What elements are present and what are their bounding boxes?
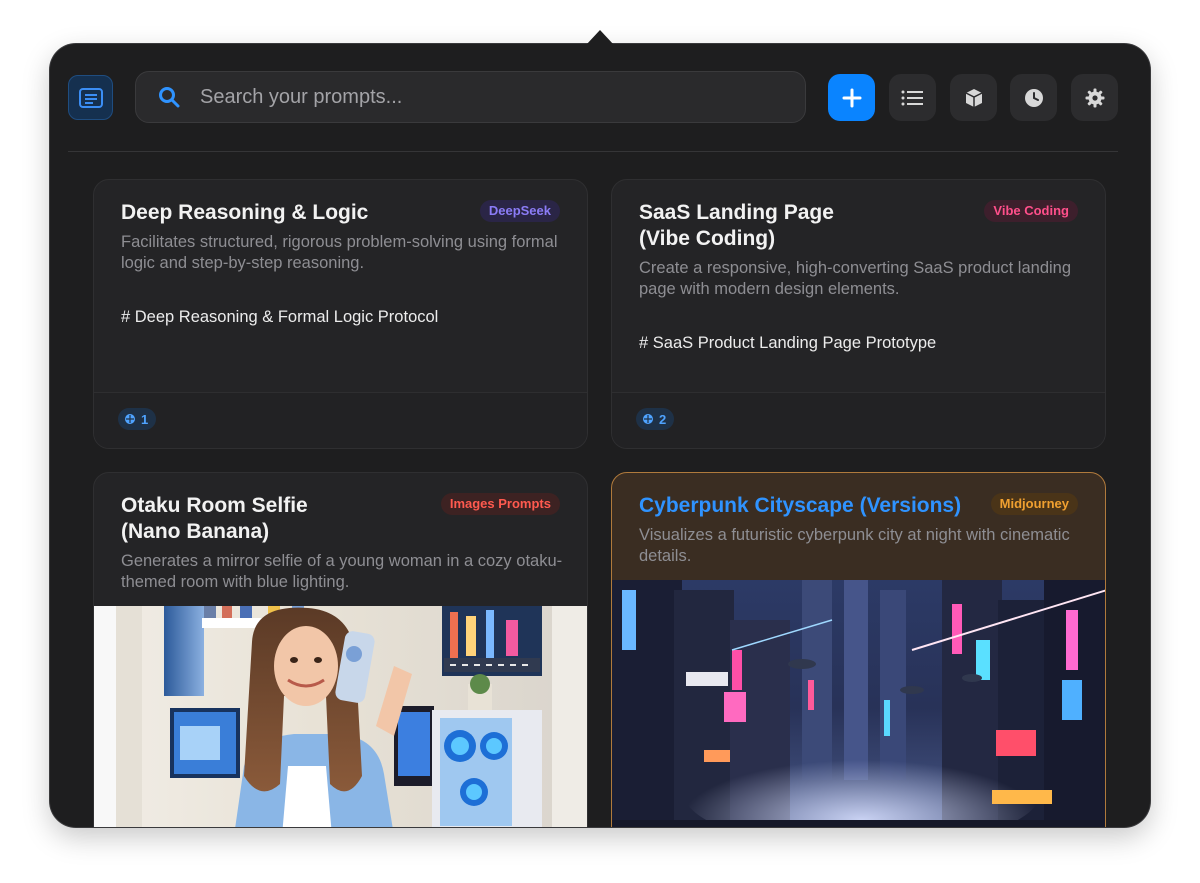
settings-button[interactable] bbox=[1071, 74, 1118, 121]
search-input[interactable] bbox=[198, 84, 762, 110]
preview-image-cyberpunk-city[interactable] bbox=[612, 580, 1105, 827]
card-title: Otaku Room Selfie (Nano Banana) bbox=[121, 493, 451, 545]
search-bar[interactable] bbox=[135, 71, 806, 123]
clock-icon bbox=[1024, 88, 1043, 107]
toolbar-divider bbox=[68, 151, 1118, 152]
card-description: Visualizes a futuristic cyberpunk city a… bbox=[639, 526, 1070, 565]
prompt-card[interactable]: SaaS Landing Page (Vibe Coding) Vibe Cod… bbox=[611, 179, 1106, 449]
card-footer: 1 bbox=[94, 392, 587, 448]
history-button[interactable] bbox=[1010, 74, 1057, 121]
sidebar-toggle-button[interactable] bbox=[68, 75, 113, 120]
card-description: Create a responsive, high-converting Saa… bbox=[639, 259, 1072, 298]
card-description: Facilitates structured, rigorous problem… bbox=[121, 233, 558, 272]
version-count: 1 bbox=[141, 411, 149, 427]
card-content-heading: # SaaS Product Landing Page Prototype bbox=[639, 334, 937, 352]
prompt-card-selected[interactable]: Cyberpunk Cityscape (Versions) Midjourne… bbox=[611, 472, 1106, 827]
card-description: Generates a mirror selfie of a young wom… bbox=[121, 552, 563, 591]
search-icon bbox=[158, 86, 180, 108]
versions-icon bbox=[125, 414, 135, 424]
card-title: Deep Reasoning & Logic bbox=[121, 201, 369, 224]
category-tag[interactable]: Images Prompts bbox=[440, 493, 560, 515]
sidebar-icon bbox=[78, 87, 103, 108]
version-badge[interactable]: 2 bbox=[636, 408, 675, 430]
category-tag[interactable]: DeepSeek bbox=[479, 200, 560, 222]
card-title-line: SaaS Landing Page bbox=[639, 201, 834, 224]
card-title: Cyberpunk Cityscape (Versions) bbox=[639, 494, 962, 517]
card-title: SaaS Landing Page (Vibe Coding) bbox=[639, 200, 969, 252]
versions-icon bbox=[643, 414, 653, 424]
card-footer: 2 bbox=[612, 392, 1105, 448]
list-icon bbox=[901, 90, 923, 105]
version-count: 2 bbox=[659, 411, 667, 427]
category-tag[interactable]: Midjourney bbox=[990, 493, 1078, 515]
category-tag[interactable]: Vibe Coding bbox=[984, 200, 1078, 222]
card-title-line: (Nano Banana) bbox=[121, 520, 270, 543]
card-title-line: (Vibe Coding) bbox=[639, 227, 776, 250]
prompt-library-popover: Deep Reasoning & Logic DeepSeek Facilita… bbox=[50, 44, 1150, 827]
list-view-button[interactable] bbox=[889, 74, 936, 121]
package-button[interactable] bbox=[950, 74, 997, 121]
prompt-card[interactable]: Deep Reasoning & Logic DeepSeek Facilita… bbox=[93, 179, 588, 449]
card-title-line: Otaku Room Selfie bbox=[121, 494, 308, 517]
prompt-card[interactable]: Otaku Room Selfie (Nano Banana) Images P… bbox=[93, 472, 588, 827]
gear-icon bbox=[1085, 88, 1104, 107]
version-badge[interactable]: 1 bbox=[118, 408, 157, 430]
box-icon bbox=[965, 88, 982, 107]
plus-icon bbox=[842, 88, 861, 107]
card-content-heading: # Deep Reasoning & Formal Logic Protocol bbox=[121, 308, 439, 326]
add-prompt-button[interactable] bbox=[828, 74, 875, 121]
preview-image-room-selfie[interactable] bbox=[94, 606, 587, 827]
popover-caret bbox=[586, 30, 614, 45]
